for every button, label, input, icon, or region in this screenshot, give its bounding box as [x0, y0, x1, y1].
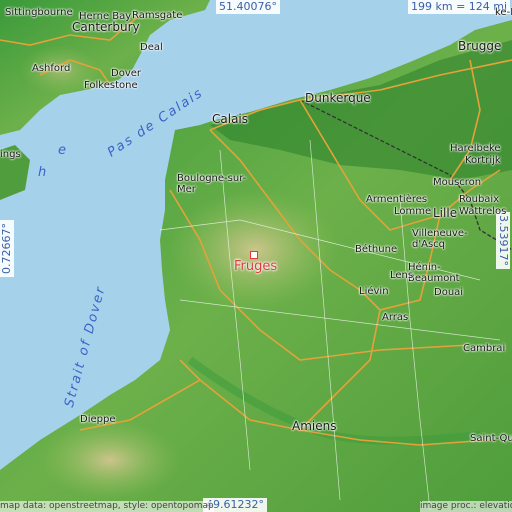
- place-amiens: Amiens: [292, 419, 337, 433]
- attribution-left: map data: openstreetmap, style: opentopo…: [0, 501, 214, 512]
- place-dieppe: Dieppe: [80, 414, 116, 425]
- place-lievin: Liévin: [359, 286, 389, 297]
- place-douai: Douai: [434, 287, 464, 298]
- place-arras: Arras: [382, 312, 409, 323]
- place-knokke-heist: ke-He: [495, 7, 512, 18]
- place-folkestone: Folkestone: [84, 80, 138, 91]
- place-ashford: Ashford: [32, 63, 71, 74]
- place-deal: Deal: [140, 42, 163, 53]
- place-harelbeke: Harelbeke: [450, 143, 501, 154]
- location-marker-icon: [250, 251, 258, 259]
- place-mouscron: Mouscron: [433, 177, 482, 188]
- place-cambrai: Cambrai: [463, 343, 506, 354]
- sea-label-fragment-e: e: [58, 143, 68, 158]
- place-calais: Calais: [212, 112, 249, 126]
- place-fruges: Fruges: [234, 259, 278, 274]
- coord-right: 3.53917°: [496, 212, 510, 269]
- attribution-right: image proc.: elevation.city: [420, 501, 512, 512]
- place-lens: Lens: [390, 270, 414, 281]
- place-henin-beaumont: Hénin-Beaumont: [408, 262, 460, 284]
- coord-left: 0.72667°: [0, 220, 14, 277]
- place-lille: Lille: [433, 206, 458, 220]
- place-bethune: Béthune: [355, 244, 398, 255]
- place-canterbury: Canterbury: [72, 20, 140, 34]
- place-wattrelos: Wattrelos: [459, 206, 507, 217]
- place-boulogne-sur-mer: Boulogne-sur-Mer: [177, 173, 247, 195]
- place-roubaix: Roubaix: [459, 194, 500, 205]
- sea-label-fragment-h: h: [38, 165, 49, 180]
- place-villeneuve-dascq: Villeneuve-d'Ascq: [412, 228, 468, 250]
- place-ings: ings: [0, 149, 21, 160]
- place-armentieres: Armentières: [366, 194, 428, 205]
- coord-top: 51.40076°: [216, 0, 280, 14]
- place-saint-quentin: Saint-Quen: [470, 433, 512, 444]
- place-dover: Dover: [111, 68, 141, 79]
- place-kortrijk: Kortrijk: [465, 155, 501, 166]
- place-sittingbourne: Sittingbourne: [5, 7, 73, 18]
- place-lomme: Lomme: [394, 206, 432, 217]
- map: 51.40076° 49.61232° 0.72667° 3.53917° 19…: [0, 0, 512, 512]
- place-brugge: Brugge: [458, 39, 502, 53]
- place-dunkerque: Dunkerque: [305, 91, 371, 105]
